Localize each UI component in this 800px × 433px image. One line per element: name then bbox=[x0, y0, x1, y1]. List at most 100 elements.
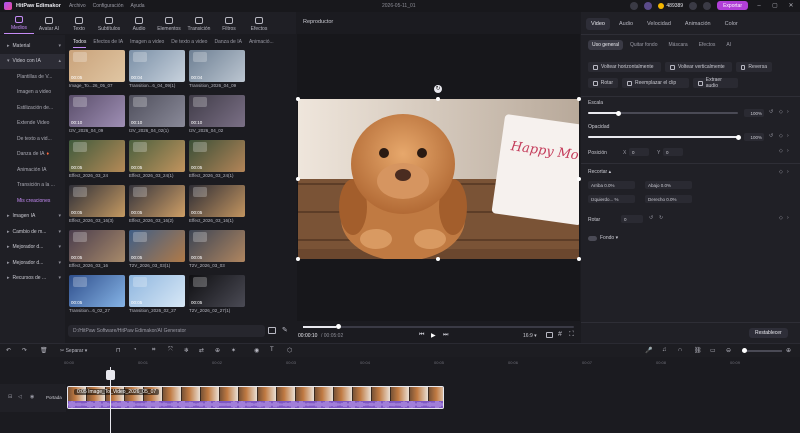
snapshot-icon[interactable] bbox=[546, 332, 553, 338]
tab-color[interactable]: Color bbox=[720, 18, 743, 30]
menu-configuracion[interactable]: Configuración bbox=[93, 3, 124, 9]
resize-handle-tl[interactable] bbox=[296, 97, 300, 101]
gift-icon[interactable] bbox=[689, 1, 698, 10]
output-path-field[interactable]: D:/HitPaw Software/HitPaw Edimakor/AI Ge… bbox=[68, 325, 265, 337]
tts-icon[interactable]: T bbox=[270, 347, 274, 353]
next-keyframe-icon[interactable]: › bbox=[787, 215, 789, 221]
reset-button[interactable]: Restablecer bbox=[749, 328, 788, 338]
media-thumbnail[interactable]: 00:05 bbox=[189, 140, 245, 172]
sidebar-item-transicion[interactable]: Transición a la ... bbox=[0, 178, 65, 194]
media-thumbnail[interactable]: 00:05 bbox=[189, 185, 245, 217]
undo-icon[interactable]: ↶ bbox=[6, 347, 11, 354]
resize-handle-bl[interactable] bbox=[296, 257, 300, 261]
zoom-tool-icon[interactable]: ⊕ bbox=[215, 347, 220, 354]
media-thumbnail[interactable]: 00:05 bbox=[129, 230, 185, 262]
background-label[interactable]: Fondo ▾ bbox=[600, 235, 618, 241]
preview-frame[interactable]: Happy Mother's Day bbox=[298, 99, 579, 259]
sidebar-item-mis-creaciones[interactable]: Mis creaciones bbox=[0, 193, 65, 209]
media-thumbnail[interactable]: 00:10 bbox=[69, 95, 125, 127]
effects-tool-icon[interactable]: ✶ bbox=[231, 347, 236, 354]
resize-handle-tm[interactable] bbox=[436, 97, 440, 101]
tab-medios[interactable]: Medios bbox=[4, 14, 34, 34]
tab-avatar-ai[interactable]: Avatar AI bbox=[34, 14, 64, 34]
keyframe-crop-icon[interactable]: ◇ bbox=[779, 169, 783, 175]
voiceover-icon[interactable]: ♫ bbox=[662, 347, 667, 353]
minimize-icon[interactable]: – bbox=[754, 3, 764, 9]
next-keyframe-icon[interactable]: › bbox=[787, 133, 789, 139]
record-icon[interactable]: ◉ bbox=[254, 347, 259, 354]
grid-icon[interactable]: # bbox=[558, 331, 562, 338]
crop-right-field[interactable]: Derecho 0.0% bbox=[645, 195, 692, 203]
credits-badge[interactable]: 489389 bbox=[658, 2, 683, 9]
media-thumbnail[interactable]: 00:04 bbox=[129, 50, 185, 82]
media-thumbnail[interactable]: 00:05 bbox=[69, 50, 125, 82]
reverse-button[interactable]: Reversa bbox=[736, 62, 772, 72]
media-thumbnail[interactable]: 00:05 bbox=[69, 140, 125, 172]
tab-subtitulos[interactable]: Subtítulos bbox=[94, 14, 124, 34]
sidebar-item-cambio[interactable]: ▸ Cambio de m... ▾ bbox=[0, 224, 65, 240]
preview-progress[interactable] bbox=[303, 324, 574, 329]
maximize-icon[interactable]: ▢ bbox=[770, 2, 780, 9]
link-icon[interactable]: ⛓ bbox=[694, 347, 702, 354]
subtab-efectos[interactable]: Efectos bbox=[695, 40, 720, 50]
next-frame-icon[interactable]: ⏭ bbox=[443, 332, 448, 339]
sidebar-item-mejorador-2[interactable]: ▸ Mejorador d... ▾ bbox=[0, 255, 65, 271]
media-thumbnail[interactable]: 00:04 bbox=[189, 50, 245, 82]
preview-progress-knob[interactable] bbox=[335, 324, 341, 329]
ai-tool-icon[interactable]: ⬡ bbox=[287, 347, 292, 354]
marker-icon[interactable]: ⊓ bbox=[116, 347, 121, 354]
scale-slider[interactable] bbox=[588, 110, 738, 116]
crop-bottom-field[interactable]: Abajo 0.0% bbox=[645, 181, 692, 189]
playhead-handle[interactable] bbox=[106, 370, 115, 380]
track-cover-label[interactable]: Portada bbox=[46, 395, 62, 400]
folder-icon[interactable] bbox=[268, 327, 276, 334]
tab-elementos[interactable]: Elementos bbox=[154, 14, 184, 34]
bell-icon[interactable] bbox=[630, 1, 639, 10]
speed-icon[interactable]: ◔ bbox=[133, 347, 137, 353]
sidebar-item-material[interactable]: ▸ Material ▾ bbox=[0, 38, 65, 54]
tab-transicion[interactable]: Transición bbox=[184, 14, 214, 34]
media-thumbnail[interactable]: 00:05 bbox=[189, 230, 245, 262]
rotate-handle-icon[interactable]: ↻ bbox=[434, 85, 442, 93]
opacity-slider-knob[interactable] bbox=[735, 134, 741, 140]
fullscreen-icon[interactable]: ⛶ bbox=[569, 331, 574, 339]
opacity-slider[interactable] bbox=[588, 134, 741, 140]
tab-video[interactable]: Video bbox=[586, 18, 610, 30]
next-keyframe-icon[interactable]: › bbox=[787, 169, 789, 175]
subtab-ai[interactable]: AI bbox=[722, 40, 735, 50]
tab-texto[interactable]: Texto bbox=[64, 14, 94, 34]
export-button[interactable]: Exportar bbox=[717, 1, 748, 10]
category-tab-todos[interactable]: Todos bbox=[73, 37, 87, 48]
freeze-icon[interactable]: ❄ bbox=[184, 347, 189, 354]
category-tab-animacion[interactable]: Animació... bbox=[249, 37, 274, 47]
close-icon[interactable]: ✕ bbox=[786, 2, 796, 9]
crop-tool-icon[interactable]: ⌗ bbox=[152, 347, 155, 354]
reset-scale-icon[interactable]: ↺ bbox=[769, 109, 773, 115]
sidebar-item-mejorador-1[interactable]: ▸ Mejorador d... ▾ bbox=[0, 240, 65, 256]
sidebar-item-estilizacion[interactable]: Estilización de... bbox=[0, 100, 65, 116]
subtab-quitar-fondo[interactable]: Quitar fondo bbox=[626, 40, 662, 50]
magnet-icon[interactable]: ∩ bbox=[678, 347, 682, 353]
extract-audio-button[interactable]: Extraer audio bbox=[693, 77, 738, 89]
subtab-mascara[interactable]: Máscara bbox=[665, 40, 692, 50]
menu-archivo[interactable]: Archivo bbox=[69, 3, 86, 9]
keyframe-rotate-icon[interactable]: ◇ bbox=[779, 215, 783, 221]
subtab-uso-general[interactable]: Uso general bbox=[588, 40, 623, 50]
split-button[interactable]: ✂ Separar ▾ bbox=[60, 348, 87, 354]
rotate-button[interactable]: Rotar bbox=[588, 78, 618, 88]
track-lock-icon[interactable]: ⊟ bbox=[8, 394, 12, 400]
play-icon[interactable]: ▶ bbox=[431, 332, 436, 339]
reverse-tool-icon[interactable]: ⇄ bbox=[199, 347, 204, 354]
rotate-ccw-icon[interactable]: ↺ bbox=[649, 215, 653, 221]
keyframe-scale-icon[interactable]: ◇ bbox=[779, 109, 783, 115]
media-thumbnail[interactable]: 00:05 bbox=[129, 185, 185, 217]
keyframe-position-icon[interactable]: ◇ bbox=[779, 148, 783, 154]
background-toggle[interactable] bbox=[588, 236, 597, 241]
position-y-field[interactable]: 0 bbox=[663, 148, 683, 156]
scale-slider-knob[interactable] bbox=[615, 110, 621, 116]
timeline-zoom-knob[interactable] bbox=[742, 348, 747, 353]
media-thumbnail[interactable]: 00:05 bbox=[69, 275, 125, 307]
category-tab-imagen-video[interactable]: Imagen a video bbox=[130, 37, 164, 47]
flip-vertical-button[interactable]: Voltear verticalmente bbox=[665, 62, 732, 72]
flip-horizontal-button[interactable]: Voltear horizontalmente bbox=[588, 62, 661, 72]
